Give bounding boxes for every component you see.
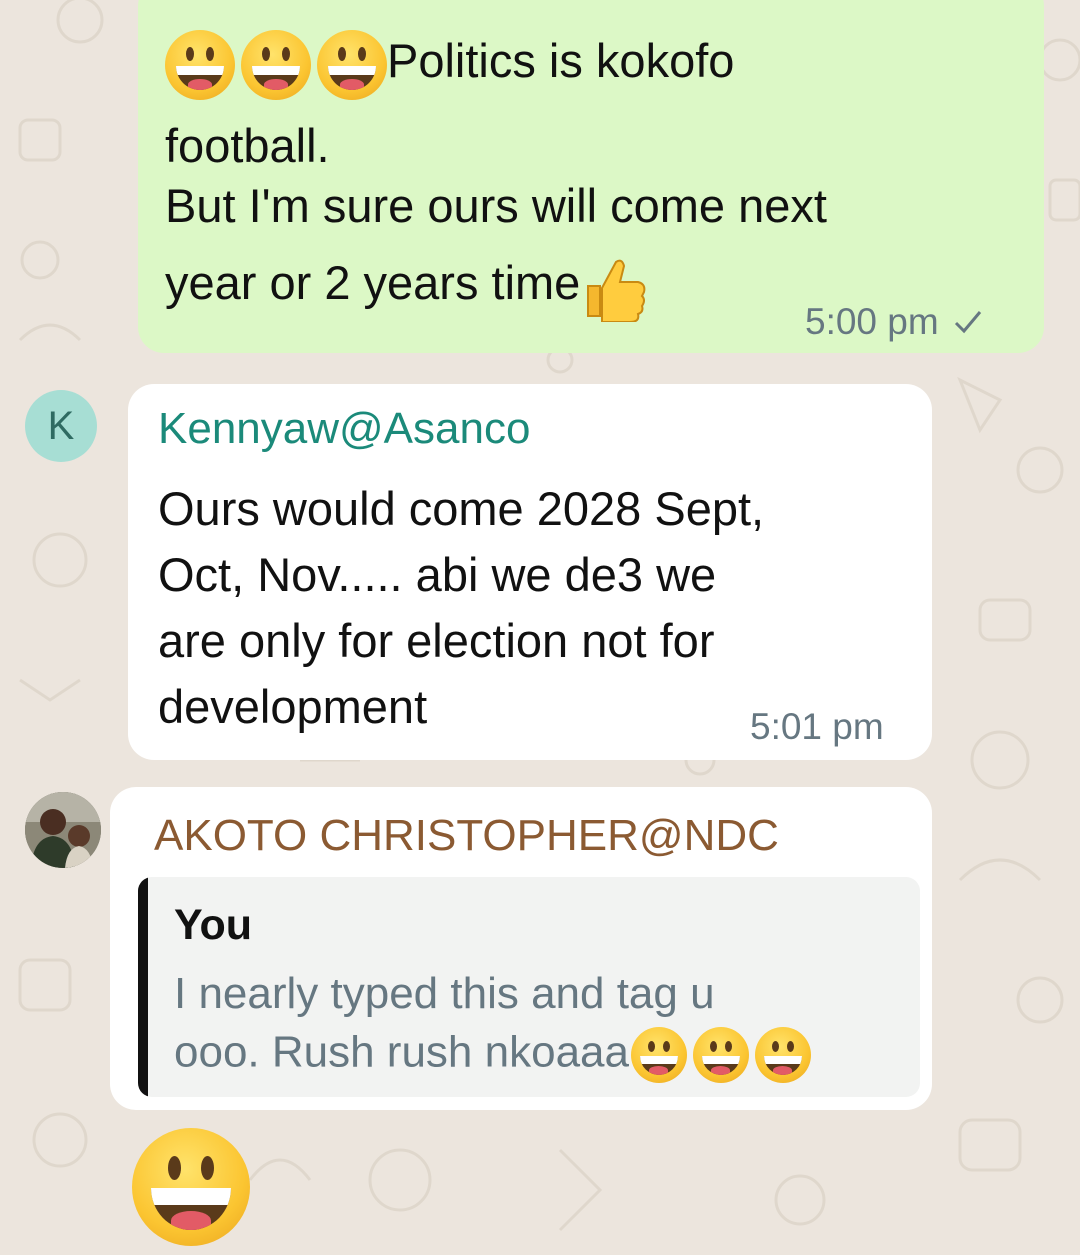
quote-author: You bbox=[174, 901, 253, 949]
kenny-text-4: development bbox=[158, 680, 428, 733]
outgoing-text-2: football. bbox=[165, 119, 330, 172]
single-check-icon bbox=[954, 311, 982, 334]
outgoing-message-bubble[interactable]: Politics is kokofo football. But I'm sur… bbox=[138, 0, 1044, 353]
outgoing-time-text: 5:00 pm bbox=[805, 301, 939, 342]
outgoing-text-3: But I'm sure ours will come next bbox=[165, 179, 827, 232]
quote-accent-bar bbox=[138, 877, 148, 1097]
kenny-text-2: Oct, Nov..... abi we de3 we bbox=[158, 548, 717, 601]
grinning-face-icon bbox=[630, 1027, 687, 1083]
profile-photo bbox=[25, 792, 101, 868]
outgoing-message-line-4: year or 2 years time bbox=[165, 250, 650, 322]
grinning-face-icon bbox=[692, 1027, 749, 1083]
avatar[interactable]: K bbox=[25, 390, 97, 462]
outgoing-message-line-1: Politics is kokofo bbox=[165, 28, 734, 100]
quote-text-1: I nearly typed this and tag u bbox=[174, 969, 715, 1018]
avatar[interactable] bbox=[25, 792, 101, 868]
outgoing-text-1: Politics is kokofo bbox=[387, 34, 735, 87]
grinning-face-icon bbox=[132, 1128, 250, 1246]
sender-name[interactable]: AKOTO CHRISTOPHER@NDC bbox=[154, 811, 779, 861]
grinning-face-icon bbox=[165, 29, 235, 100]
grinning-face-icon bbox=[317, 29, 387, 100]
kenny-text-3: are only for election not for bbox=[158, 614, 715, 667]
incoming-message-bubble-kenny[interactable]: Kennyaw@Asanco Ours would come 2028 Sept… bbox=[128, 384, 932, 760]
grinning-face-icon bbox=[241, 29, 311, 100]
kenny-timestamp: 5:01 pm bbox=[750, 706, 884, 747]
quote-line-2: ooo. Rush rush nkoaaa bbox=[174, 1027, 811, 1083]
sender-name[interactable]: Kennyaw@Asanco bbox=[158, 404, 530, 454]
outgoing-timestamp: 5:00 pm bbox=[805, 301, 983, 343]
thumbs-up-icon bbox=[587, 259, 646, 322]
kenny-text-1: Ours would come 2028 Sept, bbox=[158, 482, 765, 535]
large-emoji-message[interactable] bbox=[132, 1128, 250, 1246]
quoted-reply[interactable]: You I nearly typed this and tag u ooo. R… bbox=[138, 877, 920, 1097]
grinning-face-icon bbox=[754, 1027, 811, 1083]
quote-text-2: ooo. Rush rush nkoaaa bbox=[174, 1027, 629, 1077]
outgoing-text-4: year or 2 years time bbox=[165, 256, 581, 309]
